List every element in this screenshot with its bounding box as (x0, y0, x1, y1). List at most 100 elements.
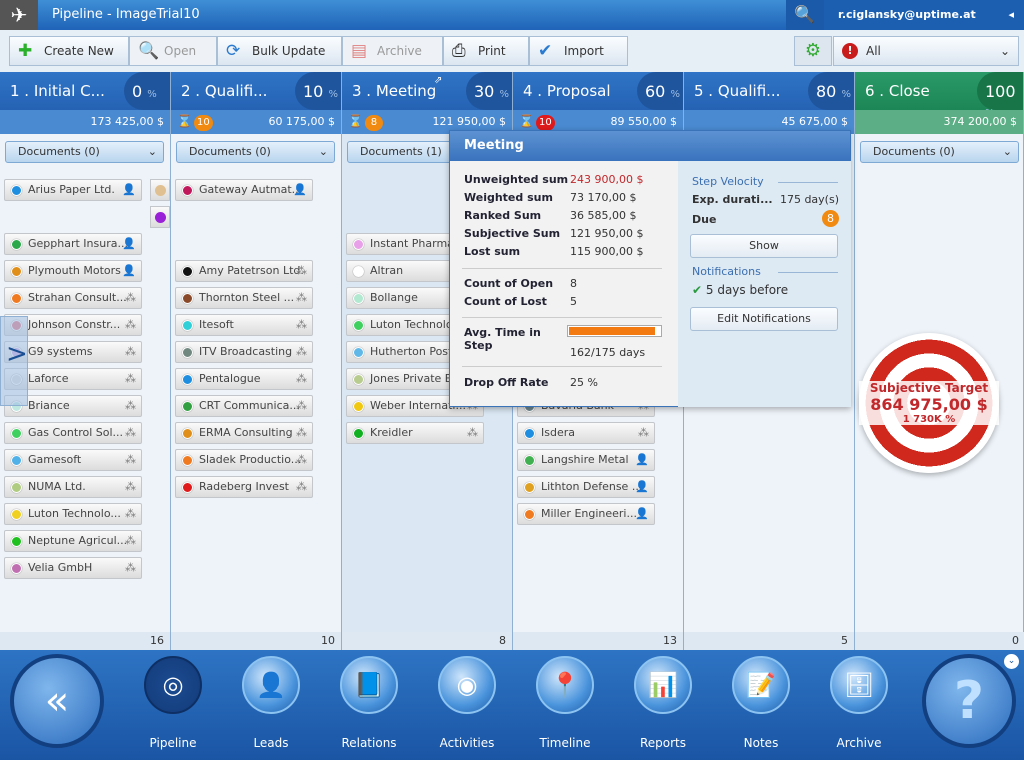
bottom-navigation: « ◎ Pipeline 👤 Leads 📘 Relations ◉ Activities 📍 T… (0, 650, 1024, 760)
deal-card[interactable]: Itesoft ⁂ (175, 314, 313, 336)
archive-icon: 🗄 (830, 656, 888, 714)
due-indicator[interactable]: ⌛ 8 (348, 114, 383, 131)
deal-card[interactable] (150, 206, 170, 228)
status-dot-icon (182, 185, 193, 196)
deal-card[interactable]: Kreidler ⁂ (346, 422, 484, 444)
deal-card[interactable]: Langshire Metal 👤 (517, 449, 655, 471)
deal-card[interactable]: Lithton Defense ... 👤 (517, 476, 655, 498)
deal-card[interactable] (150, 179, 170, 201)
expand-panel-handle[interactable]: > (0, 316, 28, 406)
column-name: 5 . Qualifi... (694, 82, 781, 100)
deal-name: Radeberg Invest (199, 480, 289, 493)
column-percent: 0 % (124, 72, 170, 110)
create-new-button[interactable]: ✚ Create New (9, 36, 129, 66)
deal-card[interactable]: Amy Patetrson Ltd. ⁂ (175, 260, 313, 282)
show-button[interactable]: Show (690, 234, 838, 258)
column-percent: 10 % (295, 72, 341, 110)
import-button[interactable]: ✔ Import (529, 36, 628, 66)
chevron-down-icon: ⌄ (999, 44, 1010, 58)
help-icon[interactable]: ? (922, 654, 1016, 748)
nav-label: Pipeline (149, 736, 197, 750)
sum-label: Lost sum (464, 245, 521, 258)
bulk-update-button[interactable]: ⟳ Bulk Update (217, 36, 342, 66)
status-dot-icon (353, 428, 364, 439)
nav-activities[interactable]: ◉ Activities (427, 656, 507, 750)
deal-name: Velia GmbH (28, 561, 93, 574)
app-logo[interactable]: « (10, 654, 104, 748)
popout-icon[interactable]: ⇗ (434, 75, 442, 86)
deal-card[interactable]: Miller Engineeri... 👤 (517, 503, 655, 525)
column-header[interactable]: 6 . Close 100 % (855, 72, 1023, 119)
deal-card[interactable]: Neptune Agricul... ⁂ (4, 530, 142, 552)
due-indicator[interactable]: ⌛ 10 (519, 114, 555, 131)
column-header[interactable]: 1 . Initial C... 0 % (0, 72, 170, 110)
documents-dropdown[interactable]: Documents (0) ⌄ (860, 141, 1019, 163)
edit-notifications-button[interactable]: Edit Notifications (690, 307, 838, 331)
deal-card[interactable]: Sladek Productio... ⁂ (175, 449, 313, 471)
column-header[interactable]: 2 . Qualifi... 10 % (171, 72, 341, 110)
column-sum-row: ⌛ 10 60 175,00 $ (171, 110, 341, 134)
documents-dropdown[interactable]: Documents (0) ⌄ (5, 141, 164, 163)
nav-label: Archive (836, 736, 882, 750)
deal-name: Gas Control Sol... (28, 426, 124, 439)
status-dot-icon (182, 320, 193, 331)
person-icon: 👤 (122, 264, 136, 277)
column-header[interactable]: 5 . Qualifi... 80 % (684, 72, 854, 110)
gear-icon[interactable]: ⚙ (794, 36, 832, 66)
open-button[interactable]: 🔍 Open (129, 36, 217, 66)
airplane-icon[interactable]: ✈ (0, 0, 38, 30)
deal-card[interactable]: Isdera ⁂ (517, 422, 655, 444)
column-count: 0 (855, 632, 1024, 650)
filter-dropdown[interactable]: ! All ⌄ (833, 36, 1019, 66)
due-indicator[interactable]: ⌛ 10 (177, 114, 213, 131)
person-icon: 👤 (635, 480, 649, 493)
deal-card[interactable]: Gas Control Sol... ⁂ (4, 422, 142, 444)
user-menu[interactable]: r.ciglansky@uptime.at ◂ (824, 0, 1024, 30)
deal-name: ITV Broadcasting (199, 345, 293, 358)
deal-name: G9 systems (28, 345, 93, 358)
deal-card[interactable]: ITV Broadcasting ⁂ (175, 341, 313, 363)
nav-archive[interactable]: 🗄 Archive (819, 656, 899, 750)
nav-notes[interactable]: 📝 Notes (721, 656, 801, 750)
avg-time-label: Avg. Time in Step (464, 326, 541, 352)
chevron-down-icon[interactable]: ⌄ (1004, 654, 1019, 669)
deal-card[interactable]: Radeberg Invest ⁂ (175, 476, 313, 498)
deal-card[interactable]: Gateway Autmat... 👤 (175, 179, 313, 201)
deal-card[interactable]: Pentalogue ⁂ (175, 368, 313, 390)
deal-card[interactable]: NUMA Ltd. ⁂ (4, 476, 142, 498)
archive-icon: ▤ (351, 41, 368, 61)
documents-dropdown[interactable]: Documents (0) ⌄ (176, 141, 335, 163)
nav-leads[interactable]: 👤 Leads (231, 656, 311, 750)
deal-card[interactable]: Gepphart Insura... 👤 (4, 233, 142, 255)
deal-card[interactable]: Gamesoft ⁂ (4, 449, 142, 471)
sum-label: Weighted sum (464, 191, 553, 204)
status-dot-icon (11, 185, 22, 196)
deal-card[interactable]: Luton Technolo... ⁂ (4, 503, 142, 525)
deal-card[interactable]: Velia GmbH ⁂ (4, 557, 142, 579)
filter-value: All (866, 44, 881, 58)
organization-icon: ⁂ (296, 399, 307, 412)
print-button[interactable]: ⎙ Print (443, 36, 529, 66)
archive-button[interactable]: ▤ Archive (342, 36, 443, 66)
column-header[interactable]: 4 . Proposal 60 % (513, 72, 683, 110)
nav-reports[interactable]: 📊 Reports (623, 656, 703, 750)
sum-label: Ranked Sum (464, 209, 542, 222)
deal-card[interactable]: Thornton Steel ... ⁂ (175, 287, 313, 309)
deal-name: Isdera (541, 426, 575, 439)
nav-pipeline[interactable]: ◎ Pipeline (133, 656, 213, 750)
deal-name: Bollange (370, 291, 418, 304)
search-icon[interactable]: 🔍 (786, 0, 824, 30)
deal-card[interactable]: Arius Paper Ltd. 👤 (4, 179, 142, 201)
nav-relations[interactable]: 📘 Relations (329, 656, 409, 750)
deal-card[interactable]: ERMA Consulting ⁂ (175, 422, 313, 444)
due-label: Due (692, 213, 717, 226)
deal-card[interactable]: Strahan Consult... ⁂ (4, 287, 142, 309)
deal-name: Altran (370, 264, 404, 277)
column-name: 2 . Qualifi... (181, 82, 268, 100)
nav-timeline[interactable]: 📍 Timeline (525, 656, 605, 750)
status-dot-icon (353, 401, 364, 412)
column-header[interactable]: 3 . Meeting ⇗ 30 % (342, 72, 512, 110)
status-dot-icon (353, 320, 364, 331)
deal-card[interactable]: CRT Communica... ⁂ (175, 395, 313, 417)
deal-card[interactable]: Plymouth Motors 👤 (4, 260, 142, 282)
